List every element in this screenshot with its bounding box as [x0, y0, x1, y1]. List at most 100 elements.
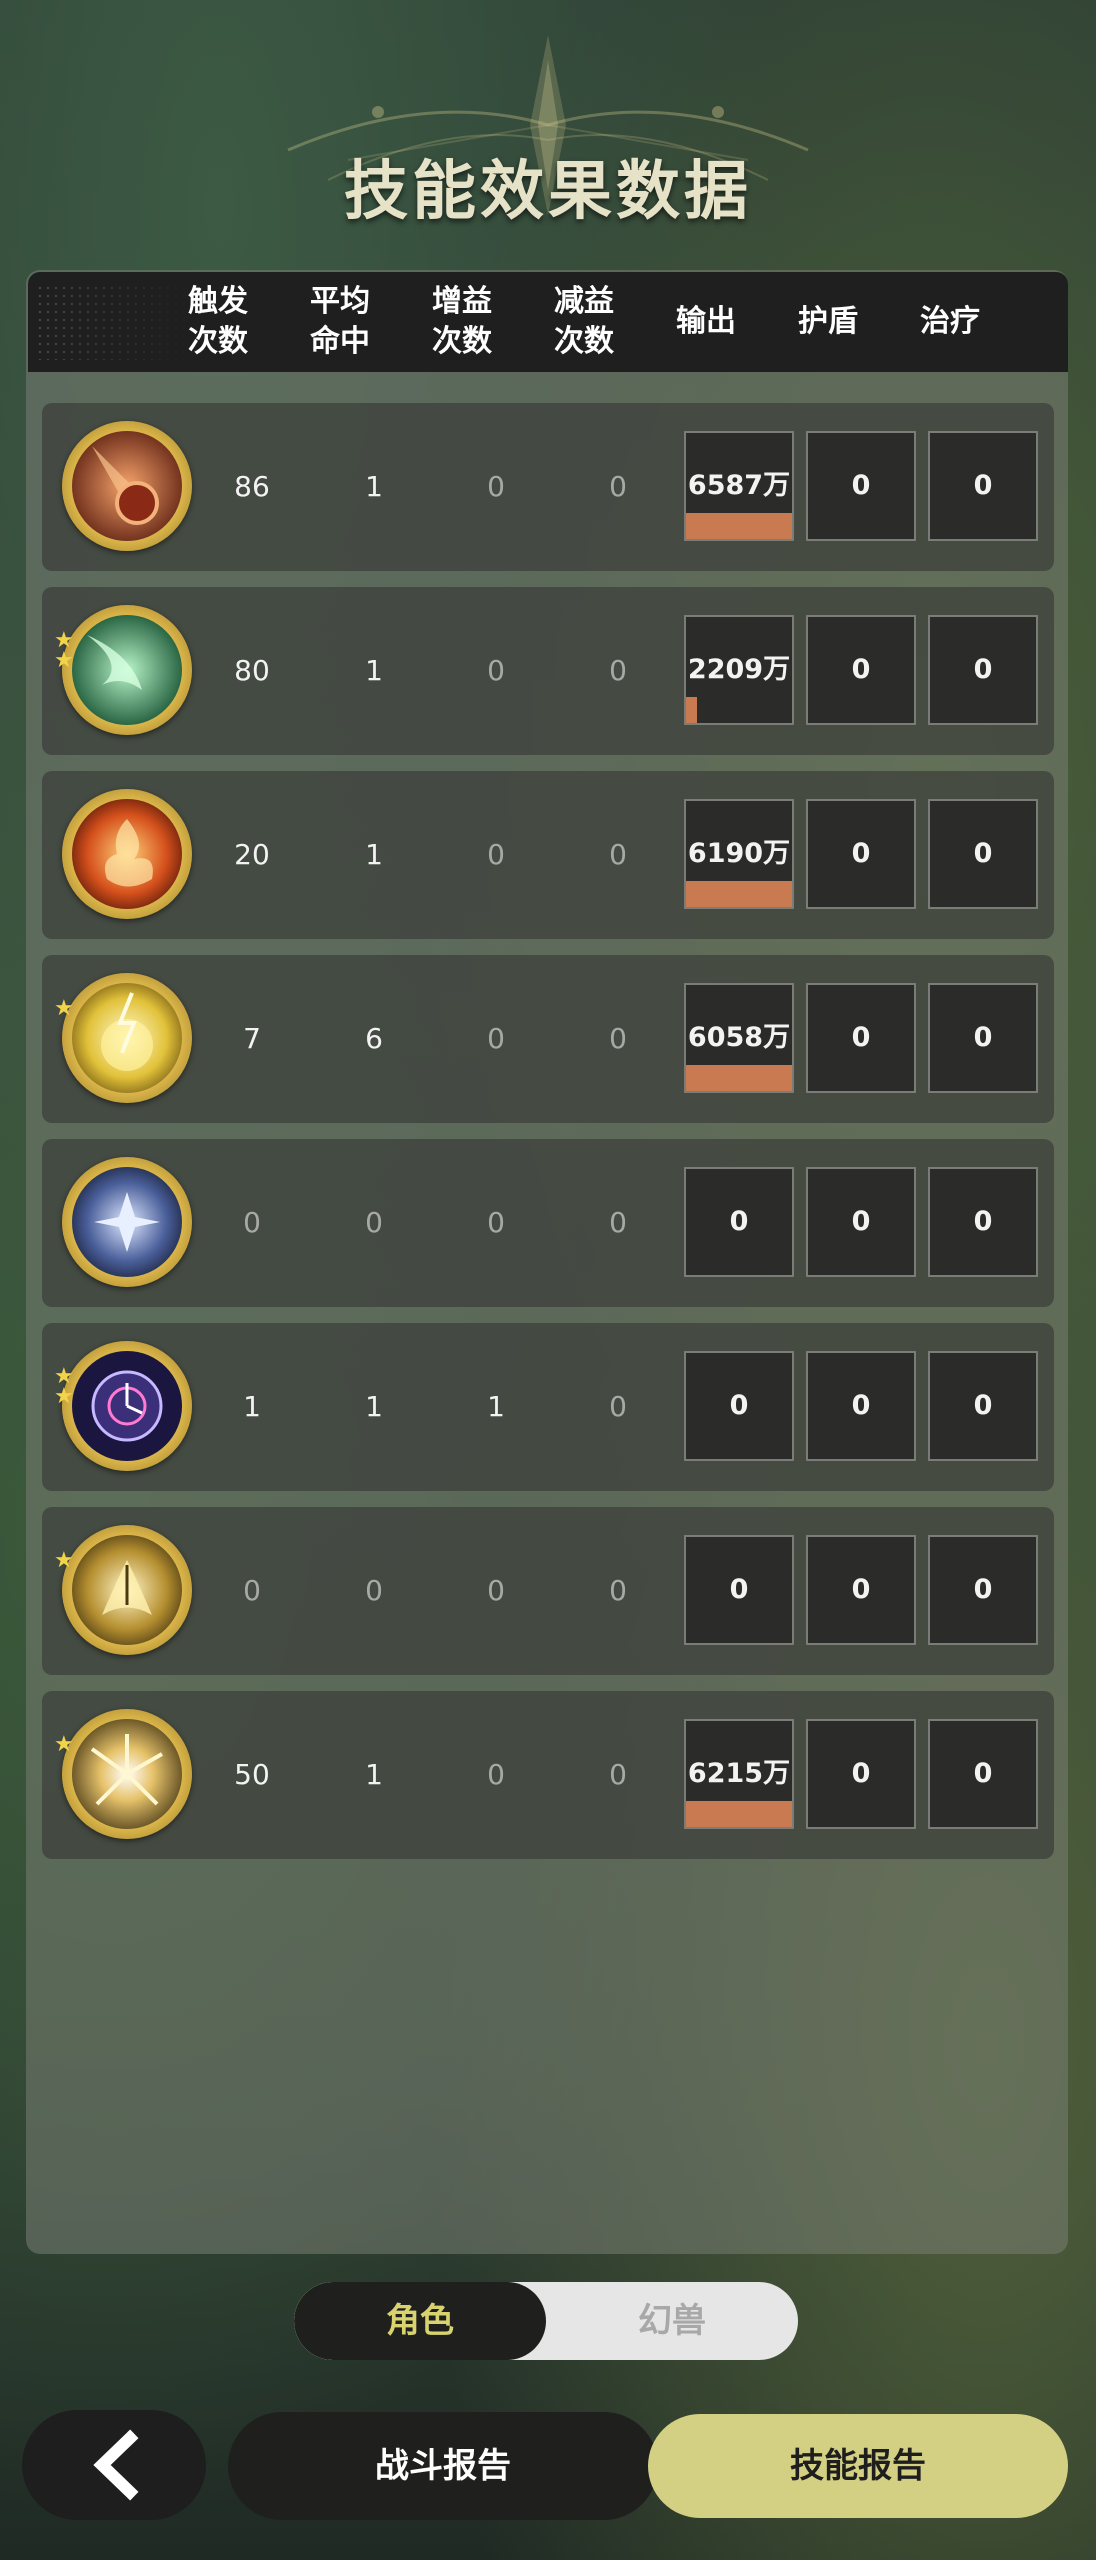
shield-value: 0	[851, 654, 871, 685]
heal-value: 0	[973, 1206, 993, 1237]
debuff-value: 0	[609, 838, 627, 871]
table-row: ★ ★ 80 1 0 0 2209万 0 0	[42, 587, 1054, 755]
col-shield: 护盾	[798, 304, 858, 339]
output-value: 6587万	[687, 470, 791, 501]
title-area: 技能效果数据	[0, 0, 1096, 260]
toggle-role-option[interactable]: 角色	[294, 2282, 546, 2360]
buff-value: 0	[487, 838, 505, 871]
shield-value-box: 0	[806, 1167, 916, 1277]
golden-vortex-skill-icon[interactable]	[62, 1709, 192, 1839]
debuff-value: 0	[609, 1574, 627, 1607]
heal-value-box: 0	[928, 615, 1038, 725]
star-rank-icon: ★ ★	[54, 628, 74, 673]
output-value-box: 0	[684, 1351, 794, 1461]
output-value-box: 2209万	[684, 615, 794, 725]
heal-value: 0	[973, 1574, 993, 1605]
heal-value-box: 0	[928, 1351, 1038, 1461]
star-rank-icon: ★	[54, 1548, 74, 1573]
shield-value: 0	[851, 1574, 871, 1605]
shield-value-box: 0	[806, 983, 916, 1093]
heal-value: 0	[973, 654, 993, 685]
arcane-clock-skill-icon[interactable]	[62, 1341, 192, 1471]
shield-value: 0	[851, 1206, 871, 1237]
buff-value: 0	[487, 1758, 505, 1791]
avg-hit-value: 0	[365, 1206, 383, 1239]
star-rank-icon: ★	[54, 996, 74, 1021]
buff-value: 0	[487, 470, 505, 503]
col-average-hit: 平均 命中	[310, 284, 370, 359]
heal-value: 0	[973, 838, 993, 869]
table-row: 20 1 0 0 6190万 0 0	[42, 771, 1054, 939]
heal-value: 0	[973, 470, 993, 501]
trigger-value: 86	[234, 470, 270, 503]
trigger-value: 1	[243, 1390, 261, 1423]
trigger-value: 0	[243, 1206, 261, 1239]
skill-report-button[interactable]: 技能报告	[648, 2414, 1068, 2518]
shield-value-box: 0	[806, 431, 916, 541]
shield-value: 0	[851, 838, 871, 869]
golden-wing-skill-icon[interactable]	[62, 1525, 192, 1655]
output-value-box: 6058万	[684, 983, 794, 1093]
output-value-box: 0	[684, 1535, 794, 1645]
shield-value-box: 0	[806, 1535, 916, 1645]
debuff-value: 0	[609, 470, 627, 503]
battle-report-button[interactable]: 战斗报告	[228, 2412, 658, 2520]
skill-art	[72, 1719, 182, 1829]
heal-value: 0	[973, 1390, 993, 1421]
avg-hit-value: 1	[365, 654, 383, 687]
fire-burst-skill-icon[interactable]	[62, 789, 192, 919]
back-button[interactable]	[22, 2410, 206, 2520]
output-value: 0	[729, 1390, 749, 1421]
avg-hit-value: 0	[365, 1574, 383, 1607]
skill-art	[72, 1535, 182, 1645]
heal-value: 0	[973, 1758, 993, 1789]
buff-value: 0	[487, 1574, 505, 1607]
output-value-box: 6587万	[684, 431, 794, 541]
col-trigger-count: 触发 次数	[188, 284, 248, 359]
output-bar	[686, 513, 792, 539]
table-header: 触发 次数 平均 命中 增益 次数 减益 次数 输出 护盾 治疗	[28, 272, 1068, 372]
table-row: ★ 0 0 0 0 0 0 0	[42, 1507, 1054, 1675]
skill-art	[72, 1167, 182, 1277]
output-bar	[686, 697, 697, 723]
buff-value: 0	[487, 1022, 505, 1055]
buff-value: 1	[487, 1390, 505, 1423]
skill-art	[72, 615, 182, 725]
green-wind-skill-icon[interactable]	[62, 605, 192, 735]
skill-art	[72, 799, 182, 909]
output-value: 0	[729, 1206, 749, 1237]
heal-value: 0	[973, 1022, 993, 1053]
page-title: 技能效果数据	[344, 155, 752, 229]
output-bar	[686, 1065, 792, 1091]
output-value: 6058万	[687, 1022, 791, 1053]
table-row: 86 1 0 0 6587万 0 0	[42, 403, 1054, 571]
col-debuff-count: 减益 次数	[554, 284, 614, 359]
meteor-skill-icon[interactable]	[62, 421, 192, 551]
avg-hit-value: 1	[365, 1390, 383, 1423]
output-bar	[686, 1801, 792, 1827]
buff-value: 0	[487, 1206, 505, 1239]
toggle-beast-option[interactable]: 幻兽	[546, 2282, 798, 2360]
col-heal: 治疗	[920, 304, 980, 339]
debuff-value: 0	[609, 1206, 627, 1239]
lightning-orb-skill-icon[interactable]	[62, 973, 192, 1103]
shield-value-box: 0	[806, 615, 916, 725]
avg-hit-value: 1	[365, 1758, 383, 1791]
heal-value-box: 0	[928, 983, 1038, 1093]
shield-value-box: 0	[806, 1719, 916, 1829]
table-row: ★ ★ 1 1 1 0 0 0 0	[42, 1323, 1054, 1491]
col-output: 输出	[676, 304, 736, 339]
table-row: 0 0 0 0 0 0 0	[42, 1139, 1054, 1307]
shield-value-box: 0	[806, 799, 916, 909]
output-bar	[686, 881, 792, 907]
avg-hit-value: 6	[365, 1022, 383, 1055]
output-value-box: 6190万	[684, 799, 794, 909]
col-buff-count: 增益 次数	[432, 284, 492, 359]
table-row: ★ 7 6 0 0 6058万 0 0	[42, 955, 1054, 1123]
trigger-value: 50	[234, 1758, 270, 1791]
trigger-value: 0	[243, 1574, 261, 1607]
buff-value: 0	[487, 654, 505, 687]
output-value: 0	[729, 1574, 749, 1605]
blue-star-skill-icon[interactable]	[62, 1157, 192, 1287]
role-beast-toggle[interactable]: 角色 幻兽	[294, 2282, 798, 2360]
